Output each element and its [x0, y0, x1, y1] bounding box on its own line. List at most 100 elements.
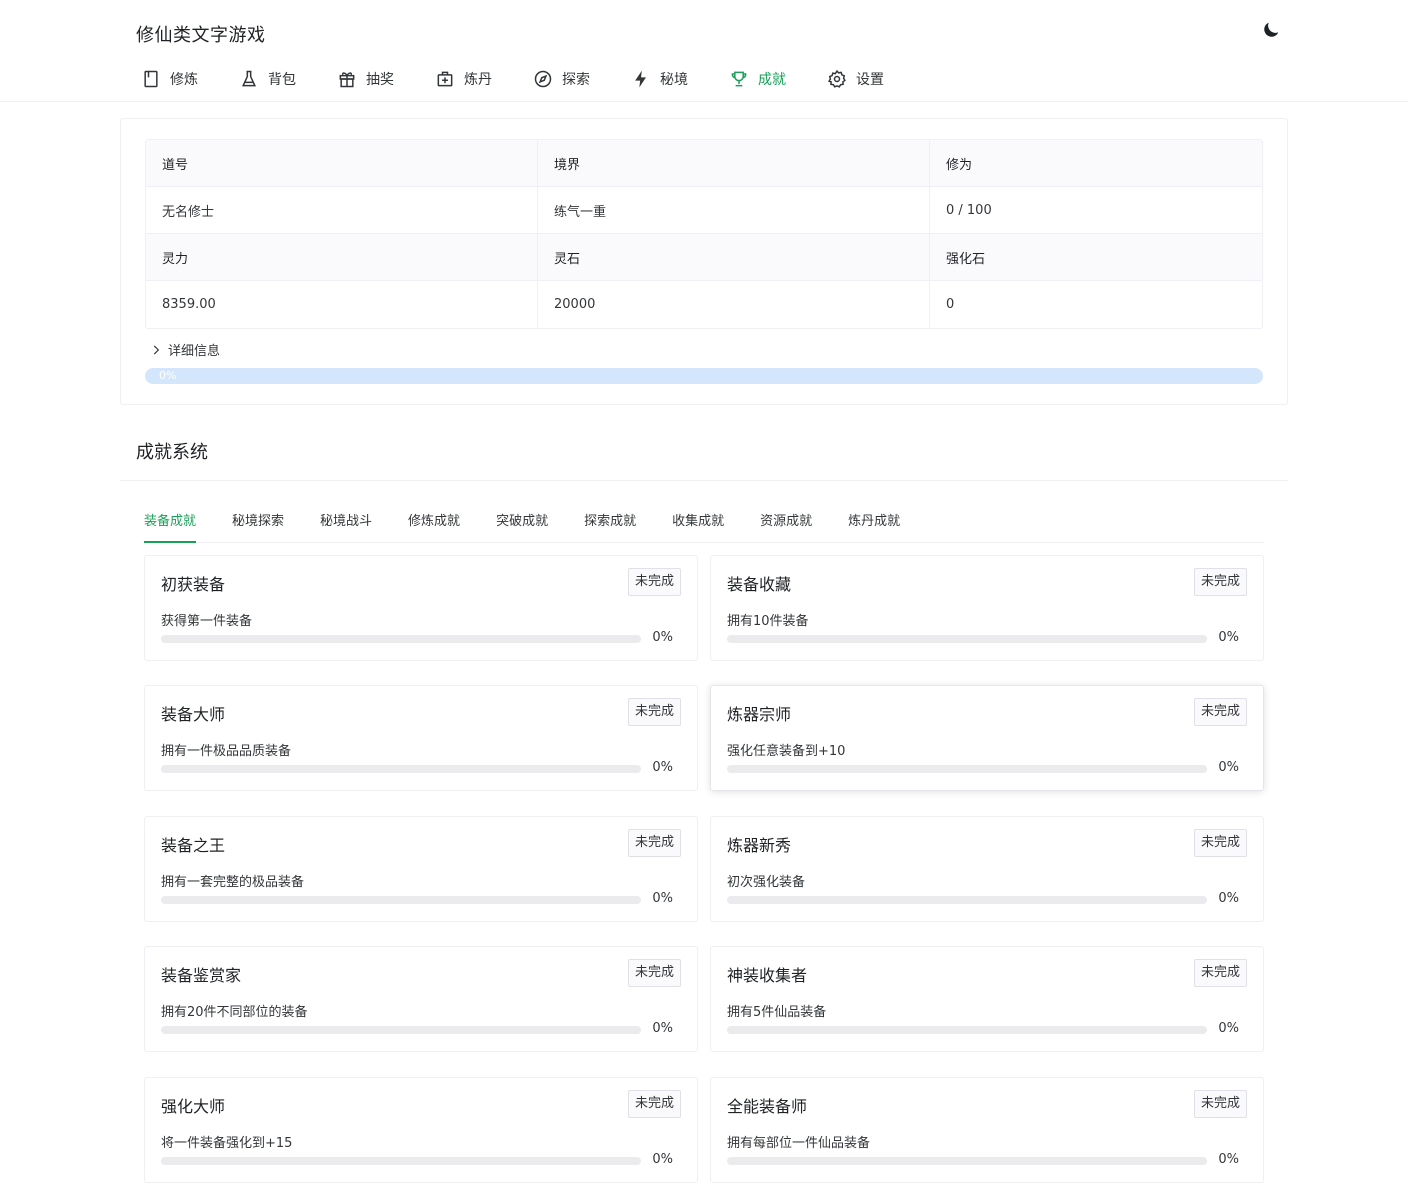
status-badge: 未完成 [627, 829, 681, 857]
cultivation-progress-bar: 0% [145, 368, 1263, 384]
status-header-enhance-stones: 强化石 [930, 234, 1262, 281]
achievement-name: 全能装备师 [727, 1097, 808, 1116]
status-value-name: 无名修士 [146, 187, 538, 234]
flask-icon [238, 68, 260, 90]
achievement-card[interactable]: 装备大师 未完成 拥有一件极品品质装备 0% [144, 685, 698, 791]
achievement-progress-bar [161, 635, 641, 643]
achievement-progress-bar [727, 896, 1207, 904]
achievement-card[interactable]: 初获装备 未完成 获得第一件装备 0% [144, 555, 698, 661]
gear-icon [826, 68, 848, 90]
first-aid-kit-icon [434, 68, 456, 90]
status-value-cultivation: 0 / 100 [930, 187, 1262, 234]
status-badge: 未完成 [1193, 698, 1247, 726]
nav-label: 修炼 [170, 72, 198, 88]
tab-exploration[interactable]: 探索成就 [584, 502, 636, 542]
achievement-name: 初获装备 [161, 575, 226, 594]
chevron-right-icon [149, 343, 163, 357]
achievement-desc: 拥有20件不同部位的装备 [161, 1005, 308, 1020]
status-badge: 未完成 [1193, 829, 1247, 857]
nav-item-lottery[interactable]: 抽奖 [326, 60, 404, 98]
nav-label: 背包 [268, 72, 296, 88]
status-header-spirit-power: 灵力 [146, 234, 538, 281]
achievement-tabs: 装备成就 秘境探索 秘境战斗 修炼成就 突破成就 探索成就 收集成就 资源成就 … [144, 502, 1264, 543]
achievement-progress-bar [161, 765, 641, 773]
achievement-name: 神装收集者 [727, 966, 808, 985]
achievement-percent: 0% [652, 1021, 673, 1036]
detail-info-label: 详细信息 [168, 344, 221, 359]
status-table: 道号 境界 修为 无名修士 练气一重 0 / 100 灵力 灵石 强化石 835… [145, 139, 1263, 329]
nav-item-cultivate[interactable]: 修炼 [130, 60, 208, 98]
achievement-card[interactable]: 炼器宗师 未完成 强化任意装备到+10 0% [710, 685, 1264, 791]
tab-secret-battle[interactable]: 秘境战斗 [320, 502, 372, 542]
section-divider [120, 480, 1288, 481]
status-card: 道号 境界 修为 无名修士 练气一重 0 / 100 灵力 灵石 强化石 835… [120, 118, 1288, 405]
achievement-card[interactable]: 强化大师 未完成 将一件装备强化到+15 0% [144, 1077, 698, 1183]
tab-secret-explore[interactable]: 秘境探索 [232, 502, 284, 542]
nav-label: 成就 [758, 72, 786, 88]
achievement-percent: 0% [652, 760, 673, 775]
nav-item-achievements[interactable]: 成就 [718, 60, 796, 98]
achievement-card[interactable]: 神装收集者 未完成 拥有5件仙品装备 0% [710, 946, 1264, 1052]
tab-alchemy[interactable]: 炼丹成就 [848, 502, 900, 542]
tab-collection[interactable]: 收集成就 [672, 502, 724, 542]
tab-breakthrough[interactable]: 突破成就 [496, 502, 548, 542]
achievement-desc: 强化任意装备到+10 [727, 744, 846, 759]
achievement-name: 装备收藏 [727, 575, 792, 594]
tab-resources[interactable]: 资源成就 [760, 502, 812, 542]
achievement-percent: 0% [652, 630, 673, 645]
status-badge: 未完成 [1193, 1090, 1247, 1118]
achievement-desc: 将一件装备强化到+15 [161, 1136, 293, 1151]
achievement-name: 装备鉴赏家 [161, 966, 242, 985]
status-header-realm: 境界 [538, 140, 930, 187]
achievement-percent: 0% [1218, 630, 1239, 645]
achievement-name: 炼器新秀 [727, 836, 792, 855]
achievement-progress-bar [727, 1026, 1207, 1034]
achievement-desc: 拥有每部位一件仙品装备 [727, 1136, 871, 1151]
detail-info-toggle[interactable]: 详细信息 [149, 340, 220, 359]
gift-icon [336, 68, 358, 90]
app-title: 修仙类文字游戏 [136, 25, 266, 46]
achievement-name: 装备大师 [161, 705, 226, 724]
nav-item-settings[interactable]: 设置 [816, 60, 894, 98]
achievement-progress-bar [161, 896, 641, 904]
status-badge: 未完成 [627, 568, 681, 596]
status-value-spirit-stones: 20000 [538, 281, 930, 328]
status-value-enhance-stones: 0 [946, 297, 955, 312]
nav-item-alchemy[interactable]: 炼丹 [424, 60, 502, 98]
nav-label: 探索 [562, 72, 590, 88]
achievement-percent: 0% [1218, 1152, 1239, 1167]
status-badge: 未完成 [627, 1090, 681, 1118]
bolt-icon [630, 68, 652, 90]
tab-equipment[interactable]: 装备成就 [144, 502, 197, 543]
header-divider [0, 101, 1408, 102]
cultivation-progress-label: 0% [159, 369, 177, 382]
nav-item-secret-realm[interactable]: 秘境 [620, 60, 698, 98]
main-nav: 修炼 背包 抽奖 炼丹 探索 秘境 成就 设置 [130, 60, 914, 98]
trophy-icon [728, 68, 750, 90]
achievement-desc: 拥有一件极品品质装备 [161, 744, 292, 759]
achievement-percent: 0% [1218, 1021, 1239, 1036]
status-value-realm: 练气一重 [538, 187, 930, 234]
status-badge: 未完成 [1193, 568, 1247, 596]
achievement-card[interactable]: 炼器新秀 未完成 初次强化装备 0% [710, 816, 1264, 922]
achievement-card[interactable]: 全能装备师 未完成 拥有每部位一件仙品装备 0% [710, 1077, 1264, 1183]
achievement-card[interactable]: 装备鉴赏家 未完成 拥有20件不同部位的装备 0% [144, 946, 698, 1052]
achievement-percent: 0% [652, 1152, 673, 1167]
achievement-desc: 初次强化装备 [727, 875, 806, 890]
nav-item-explore[interactable]: 探索 [522, 60, 600, 98]
achievement-desc: 获得第一件装备 [161, 614, 253, 629]
achievement-percent: 0% [1218, 891, 1239, 906]
achievement-card[interactable]: 装备收藏 未完成 拥有10件装备 0% [710, 555, 1264, 661]
achievement-progress-bar [727, 635, 1207, 643]
status-header-name: 道号 [146, 140, 538, 187]
moon-icon[interactable] [1260, 19, 1282, 41]
achievement-percent: 0% [1218, 760, 1239, 775]
tab-cultivation[interactable]: 修炼成就 [408, 502, 460, 542]
nav-item-bag[interactable]: 背包 [228, 60, 306, 98]
status-badge: 未完成 [1193, 959, 1247, 987]
achievement-progress-bar [727, 1157, 1207, 1165]
status-value-spirit-power: 8359.00 [146, 281, 538, 328]
achievement-card[interactable]: 装备之王 未完成 拥有一套完整的极品装备 0% [144, 816, 698, 922]
nav-label: 设置 [856, 72, 884, 88]
nav-label: 抽奖 [366, 72, 394, 88]
